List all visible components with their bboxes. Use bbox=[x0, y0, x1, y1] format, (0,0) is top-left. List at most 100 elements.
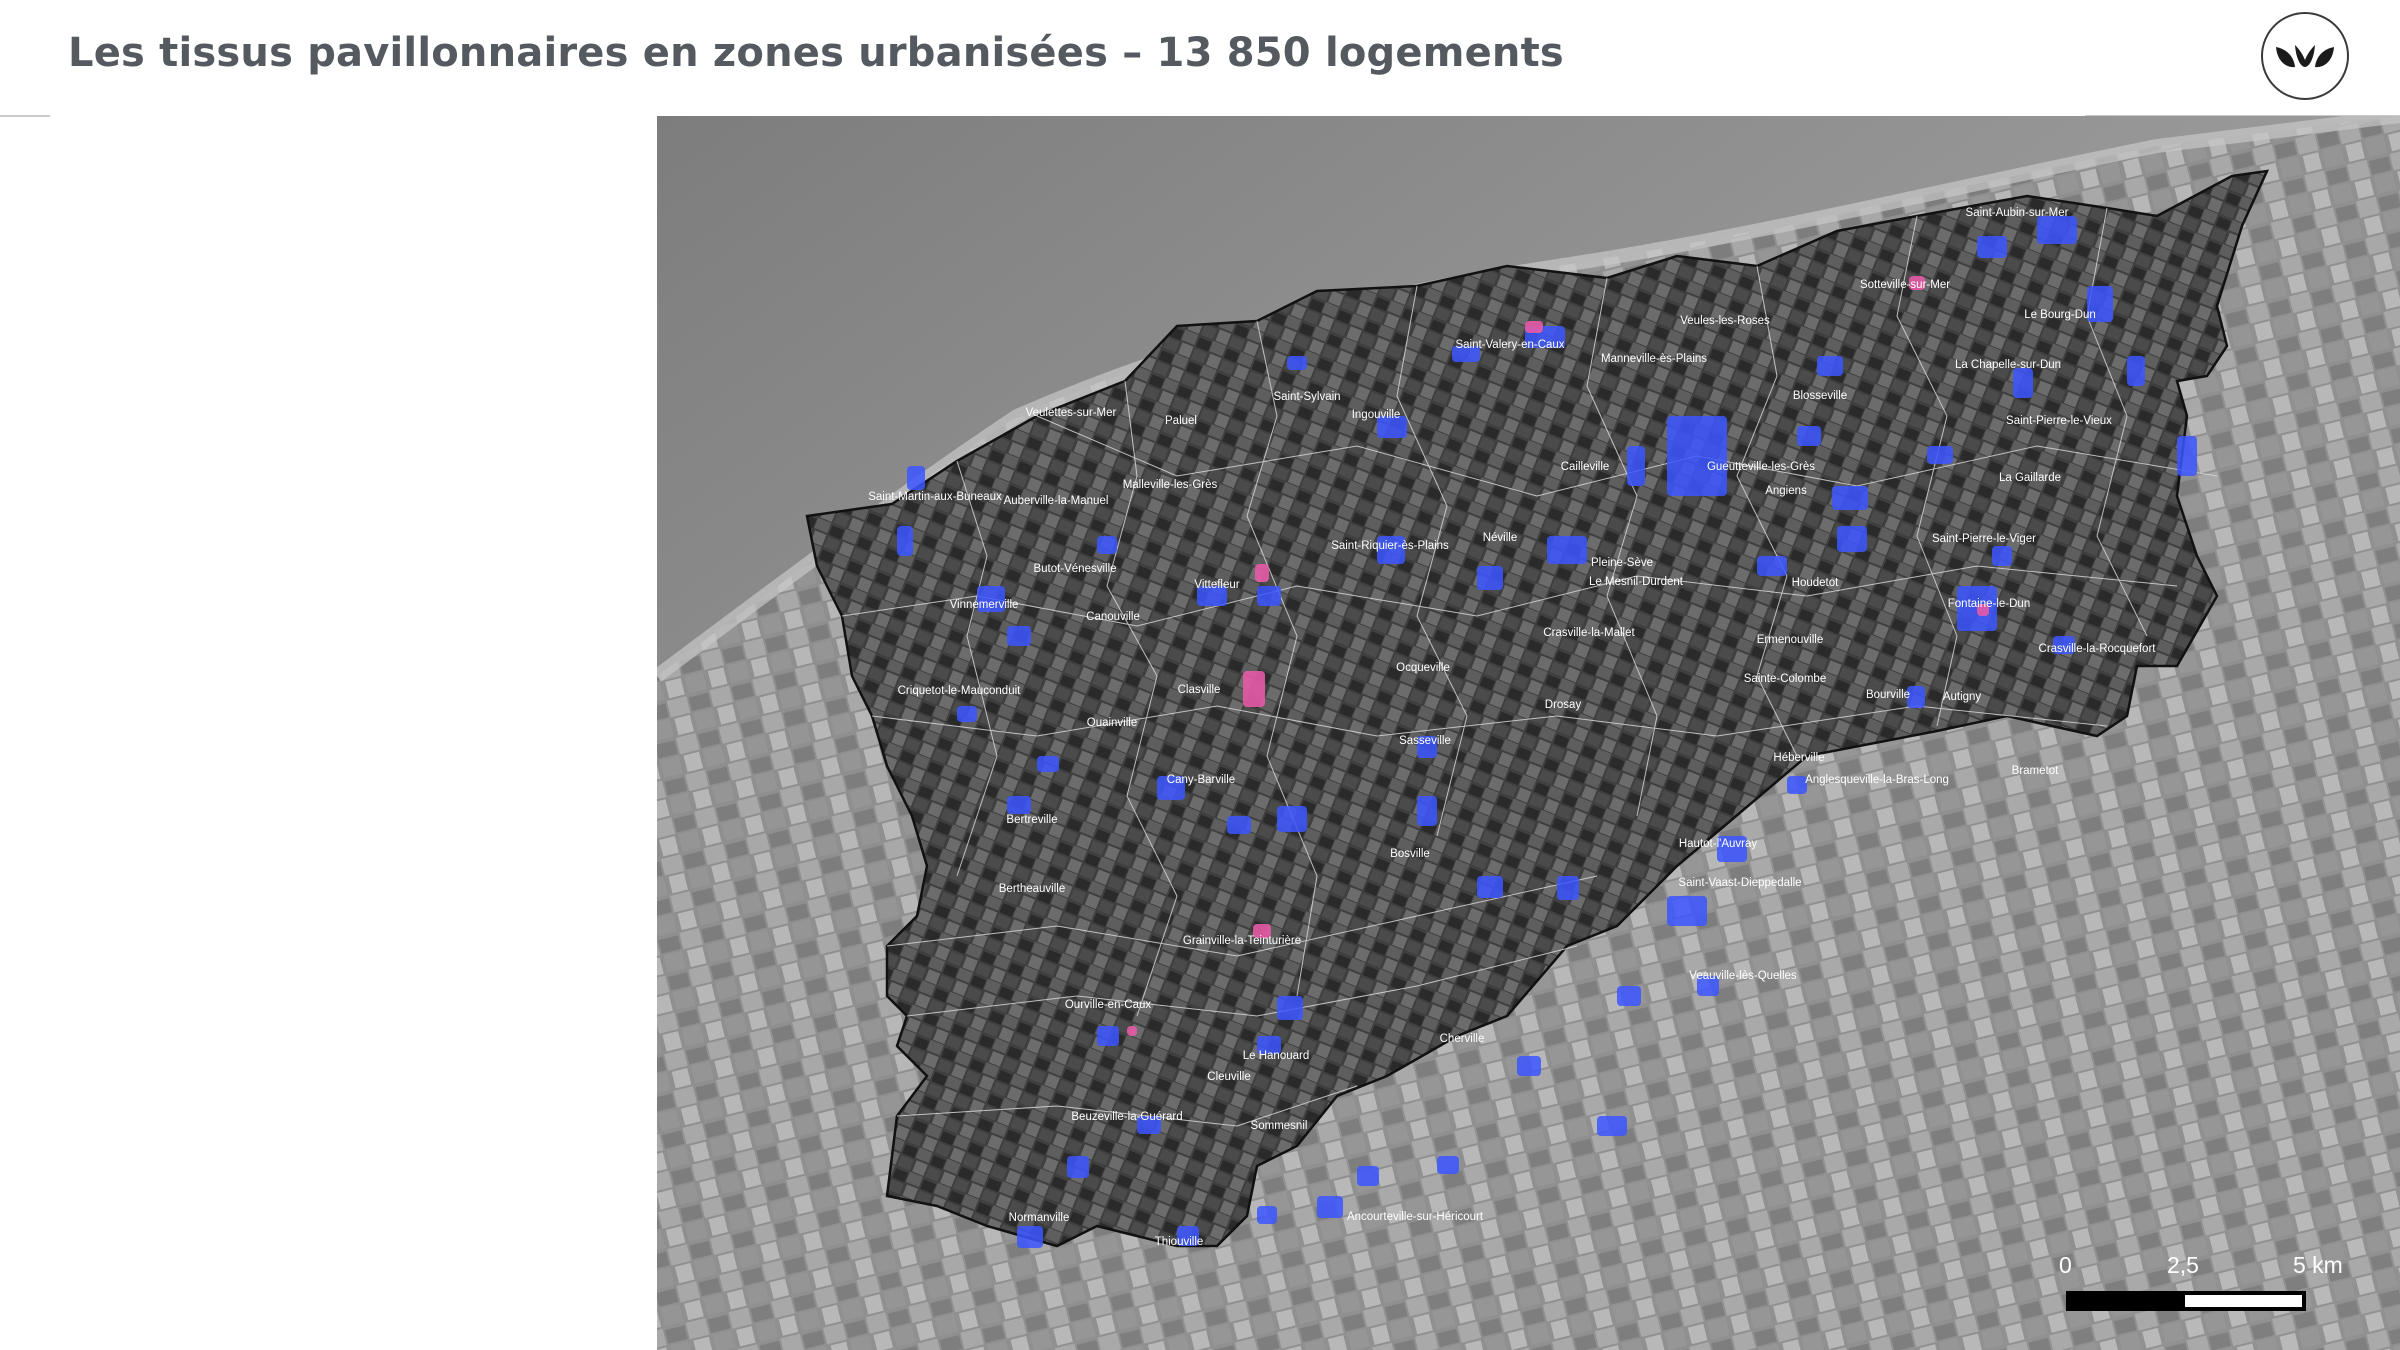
housing-patch bbox=[1517, 1056, 1541, 1076]
housing-patch bbox=[1597, 1116, 1627, 1136]
town-centre-patch bbox=[1525, 321, 1543, 333]
place-label: Saint-Aubin-sur-Mer bbox=[1966, 207, 2069, 219]
place-label: Bertreville bbox=[1006, 814, 1057, 826]
housing-patch bbox=[1257, 586, 1281, 606]
housing-patch bbox=[1667, 896, 1707, 926]
housing-patch bbox=[1787, 776, 1807, 794]
place-label: Le Hanouard bbox=[1243, 1050, 1310, 1062]
place-label: Bourville bbox=[1866, 689, 1910, 701]
housing-patch bbox=[1757, 556, 1787, 576]
place-label: Angiens bbox=[1765, 485, 1807, 497]
housing-patch bbox=[1927, 446, 1953, 464]
place-label: Crasville-la-Rocquefort bbox=[2039, 643, 2157, 655]
place-label: Cailleville bbox=[1561, 461, 1610, 473]
place-label: Ancourteville-sur-Héricourt bbox=[1347, 1211, 1484, 1223]
housing-patch bbox=[907, 466, 925, 490]
place-label: Gueutteville-les-Grès bbox=[1707, 461, 1815, 473]
housing-patch bbox=[2013, 368, 2033, 398]
housing-patch bbox=[1797, 426, 1821, 446]
leaf-logo-icon bbox=[2261, 12, 2349, 100]
place-label: Bertheauville bbox=[999, 883, 1065, 895]
housing-patch bbox=[1992, 546, 2012, 566]
place-label: Ingouville bbox=[1352, 409, 1401, 421]
place-label: Saint-Sylvain bbox=[1273, 391, 1340, 403]
place-label: Brametot bbox=[2012, 765, 2059, 777]
housing-patch bbox=[1557, 876, 1579, 900]
place-label: Veules-les-Roses bbox=[1680, 315, 1770, 327]
place-label: Butot-Vénesville bbox=[1033, 563, 1116, 575]
housing-patch bbox=[1287, 356, 1307, 370]
place-label: Ourville-en-Caux bbox=[1065, 999, 1152, 1011]
housing-patch bbox=[1627, 446, 1645, 486]
place-label: Vittefleur bbox=[1194, 579, 1239, 591]
page-title: Les tissus pavillonnaires en zones urban… bbox=[68, 30, 1564, 76]
satellite-map[interactable]: Saint-Aubin-sur-Mer Sotteville-sur-Mer Le … bbox=[657, 116, 2400, 1350]
place-label: Hautot-l'Auvray bbox=[1679, 838, 1758, 850]
town-centre-patch bbox=[1127, 1026, 1137, 1036]
place-label: Manneville-ès-Plains bbox=[1601, 353, 1707, 365]
housing-patch bbox=[1667, 416, 1727, 496]
town-centre-patch bbox=[1243, 671, 1265, 707]
place-label: Vinnemerville bbox=[950, 599, 1019, 611]
place-label: Saint-Riquier-ès-Plains bbox=[1331, 540, 1449, 552]
housing-patch bbox=[1817, 356, 1843, 376]
place-label: Anglesqueville-la-Bras-Long bbox=[1805, 774, 1949, 786]
place-label: Veulettes-sur-Mer bbox=[1026, 407, 1117, 419]
housing-patch bbox=[957, 706, 977, 722]
place-label: Blosseville bbox=[1793, 390, 1847, 402]
place-label: Néville bbox=[1483, 532, 1518, 544]
place-label: Ocqueville bbox=[1396, 662, 1450, 674]
place-label: Ermenouville bbox=[1757, 634, 1823, 646]
housing-patch bbox=[1477, 876, 1503, 898]
town-centre-patch bbox=[1255, 564, 1269, 582]
place-label: Thiouville bbox=[1155, 1236, 1204, 1248]
scale-label-2-5: 2,5 bbox=[2167, 1252, 2199, 1278]
housing-patch bbox=[1007, 626, 1031, 646]
scale-label-5km: 5 km bbox=[2293, 1252, 2343, 1278]
place-label: Fontaine-le-Dun bbox=[1948, 598, 2030, 610]
place-label: Clasville bbox=[1178, 684, 1221, 696]
housing-patch bbox=[1097, 1026, 1119, 1046]
housing-patch bbox=[1277, 996, 1303, 1020]
place-label: Le Mesnil-Durdent bbox=[1589, 576, 1684, 588]
place-label: Saint-Pierre-le-Viger bbox=[1932, 533, 2036, 545]
housing-patch bbox=[1417, 796, 1437, 826]
place-label: La Chapelle-sur-Dun bbox=[1955, 359, 2061, 371]
housing-patch bbox=[2127, 356, 2145, 386]
housing-patch bbox=[1357, 1166, 1379, 1186]
place-label: Veauville-lès-Quelles bbox=[1689, 970, 1797, 982]
place-label: Bosville bbox=[1390, 848, 1430, 860]
place-label: Pleine-Sève bbox=[1591, 557, 1653, 569]
place-label: Cleuville bbox=[1207, 1071, 1250, 1083]
housing-patch bbox=[1837, 526, 1867, 552]
scale-label-0: 0 bbox=[2059, 1252, 2072, 1278]
header-divider-left bbox=[0, 115, 50, 117]
housing-patch bbox=[1017, 1226, 1043, 1248]
place-label: Saint-Valery-en-Caux bbox=[1455, 339, 1564, 351]
place-label: Sainte-Colombe bbox=[1744, 673, 1826, 685]
place-label: Saint-Pierre-le-Vieux bbox=[2006, 415, 2112, 427]
place-label: Saint-Martin-aux-Buneaux bbox=[868, 491, 1002, 503]
housing-patch bbox=[1277, 806, 1307, 832]
place-label: Normanville bbox=[1009, 1212, 1070, 1224]
place-label: Crasville-la-Mallet bbox=[1543, 627, 1635, 639]
place-label: Cherville bbox=[1440, 1033, 1485, 1045]
housing-patch bbox=[1067, 1156, 1089, 1178]
place-label: Auberville-la-Manuel bbox=[1004, 495, 1109, 507]
housing-patch bbox=[2177, 436, 2197, 476]
place-label: Beuzeville-la-Guérard bbox=[1071, 1111, 1182, 1123]
place-label: La Gaillarde bbox=[1999, 472, 2061, 484]
place-label: Autigny bbox=[1943, 691, 1982, 703]
place-label: Criquetot-le-Mauconduit bbox=[898, 685, 1022, 697]
place-label: Drosay bbox=[1545, 699, 1582, 711]
place-label: Saint-Vaast-Dieppedalle bbox=[1678, 877, 1801, 889]
housing-patch bbox=[1227, 816, 1251, 834]
place-label: Ouainville bbox=[1087, 717, 1138, 729]
housing-patch bbox=[1257, 1206, 1277, 1224]
housing-patch bbox=[1437, 1156, 1459, 1174]
place-label: Cany-Barville bbox=[1167, 774, 1235, 786]
place-label: Houdetot bbox=[1792, 577, 1839, 589]
place-label: Canouville bbox=[1086, 611, 1140, 623]
place-label: Sotteville-sur-Mer bbox=[1860, 279, 1950, 291]
place-label: Sasseville bbox=[1399, 735, 1451, 747]
